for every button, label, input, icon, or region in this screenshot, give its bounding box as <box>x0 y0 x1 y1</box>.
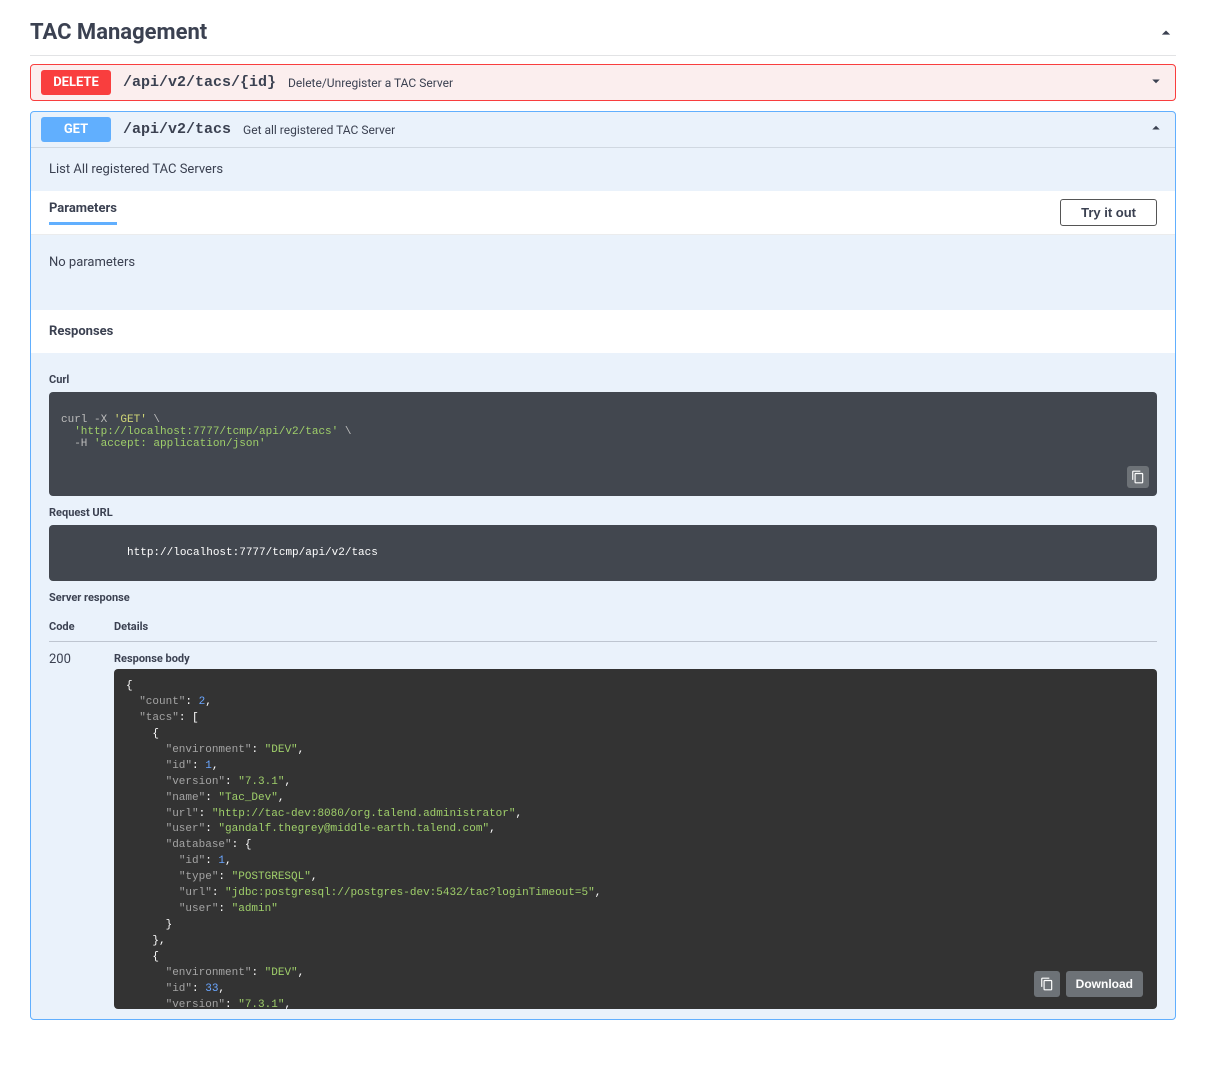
opblock-body: List All registered TAC Servers Paramete… <box>31 147 1175 1019</box>
tag-title: TAC Management <box>30 20 207 45</box>
curl-label: Curl <box>49 373 1157 386</box>
op-summary: Get all registered TAC Server <box>243 123 1147 137</box>
request-url-box: http://localhost:7777/tcmp/api/v2/tacs <box>49 525 1157 581</box>
download-button[interactable]: Download <box>1066 971 1143 997</box>
details-col-header: Details <box>114 620 148 633</box>
copy-icon[interactable] <box>1127 466 1149 488</box>
response-body-label: Response body <box>114 652 1157 665</box>
opblock-summary-delete[interactable]: DELETE /api/v2/tacs/{id} Delete/Unregist… <box>31 65 1175 100</box>
response-body-text: { "count": 2, "tacs": [ { "environment":… <box>114 669 1157 1009</box>
responses-header: Responses <box>31 310 1175 353</box>
curl-command-box: curl -X 'GET' \ 'http://localhost:7777/t… <box>49 392 1157 496</box>
method-badge-delete: DELETE <box>41 70 111 95</box>
parameters-header: Parameters Try it out <box>31 191 1175 235</box>
response-table-header: Code Details <box>49 612 1157 642</box>
opblock-delete: DELETE /api/v2/tacs/{id} Delete/Unregist… <box>30 64 1176 101</box>
no-parameters-text: No parameters <box>31 235 1175 310</box>
copy-icon[interactable] <box>1034 971 1060 997</box>
method-badge-get: GET <box>41 117 111 142</box>
request-url-text: http://localhost:7777/tcmp/api/v2/tacs <box>127 547 378 559</box>
response-body-box: { "count": 2, "tacs": [ { "environment":… <box>114 669 1157 1009</box>
op-description: List All registered TAC Servers <box>31 148 1175 191</box>
try-it-out-button[interactable]: Try it out <box>1060 199 1157 226</box>
server-response-label: Server response <box>49 591 1157 604</box>
opblock-summary-get[interactable]: GET /api/v2/tacs Get all registered TAC … <box>31 112 1175 147</box>
op-path: /api/v2/tacs <box>111 121 243 138</box>
op-path: /api/v2/tacs/{id} <box>111 74 288 91</box>
response-row: 200 Response body { "count": 2, "tacs": … <box>49 642 1157 1009</box>
chevron-down-icon <box>1147 72 1165 94</box>
curl-command-text: curl -X 'GET' \ 'http://localhost:7777/t… <box>61 414 1145 450</box>
response-status-code: 200 <box>49 652 114 667</box>
parameters-tab[interactable]: Parameters <box>49 201 117 225</box>
opblock-get: GET /api/v2/tacs Get all registered TAC … <box>30 111 1176 1020</box>
code-col-header: Code <box>49 620 114 633</box>
chevron-up-icon <box>1147 119 1165 141</box>
tag-header[interactable]: TAC Management <box>30 10 1176 56</box>
chevron-up-icon <box>1156 23 1176 43</box>
request-url-label: Request URL <box>49 506 1157 519</box>
responses-section: Curl curl -X 'GET' \ 'http://localhost:7… <box>31 353 1175 1019</box>
op-summary: Delete/Unregister a TAC Server <box>288 76 1147 90</box>
